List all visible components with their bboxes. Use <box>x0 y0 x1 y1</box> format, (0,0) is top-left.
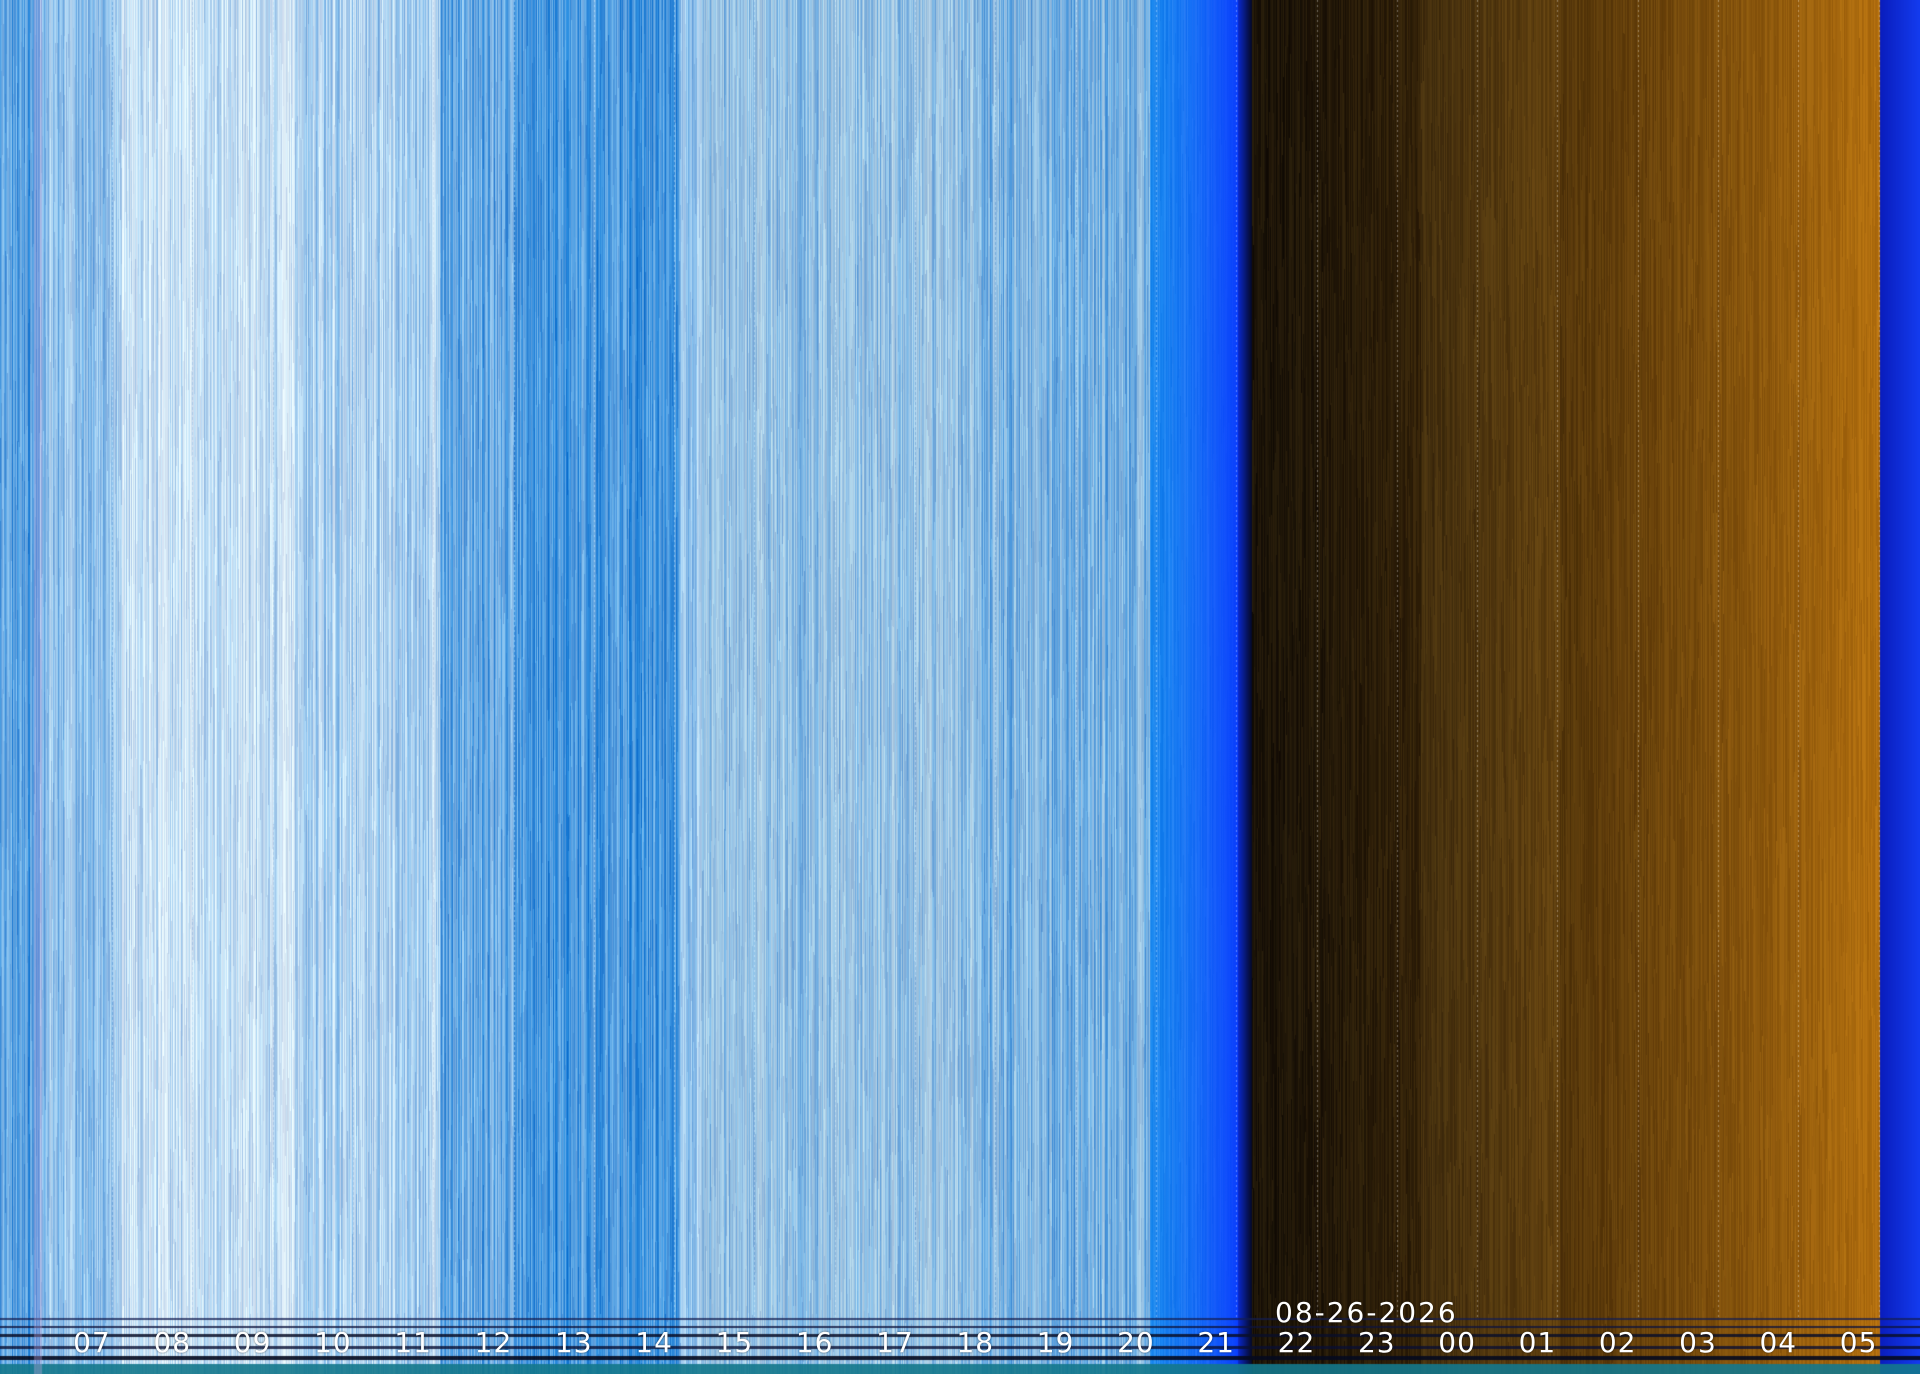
date-label: 08-26-2026 <box>1275 1296 1458 1329</box>
keogram-canvas <box>0 0 1920 1374</box>
keogram-image: 07 08 09 10 11 12 13 14 15 16 17 18 19 20 21 22 23 00 01 02… <box>0 0 1920 1374</box>
